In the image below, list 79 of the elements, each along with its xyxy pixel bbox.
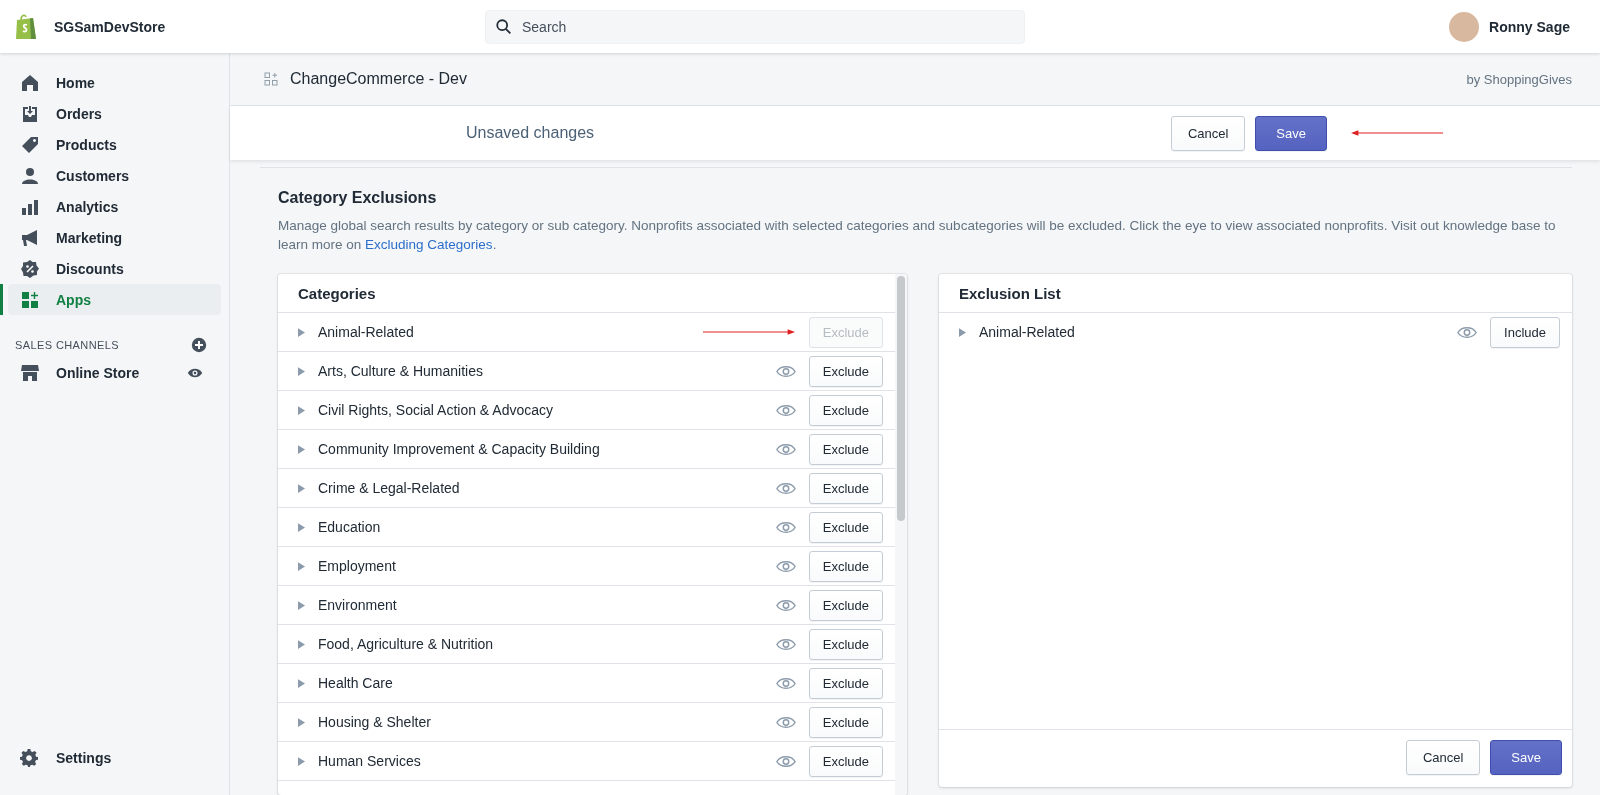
unsaved-message: Unsaved changes <box>466 124 595 142</box>
exclude-button[interactable]: Exclude <box>808 511 883 543</box>
exclude-button[interactable]: Exclude <box>808 628 883 660</box>
nav-item[interactable]: Customers <box>8 160 221 191</box>
megaphone-icon <box>20 227 40 248</box>
tag-icon <box>20 134 40 155</box>
category-name: Arts, Culture & Humanities <box>318 363 483 379</box>
section-title: Category Exclusions <box>278 189 438 207</box>
nav-item[interactable]: Settings <box>56 749 112 766</box>
expand-caret-icon[interactable] <box>298 327 305 337</box>
nav-item[interactable]: Discounts <box>8 253 221 284</box>
store-name[interactable]: SGSamDevStore <box>54 18 166 35</box>
nav-item[interactable]: Products <box>8 129 221 160</box>
expand-caret-icon[interactable] <box>298 405 305 415</box>
category-name: Housing & Shelter <box>318 714 431 730</box>
expand-caret-icon[interactable] <box>298 483 305 493</box>
category-name: Environment <box>318 597 397 613</box>
nav-item[interactable]: Analytics <box>8 191 221 222</box>
excluding-categories-link[interactable]: Excluding Categories <box>365 237 493 252</box>
discount-icon <box>20 258 40 279</box>
expand-caret-icon[interactable] <box>298 444 305 454</box>
app-grid-icon <box>264 72 278 86</box>
inbox-icon <box>20 103 40 124</box>
expand-caret-icon[interactable] <box>298 561 305 571</box>
expand-caret-icon[interactable] <box>298 756 305 766</box>
category-name: Crime & Legal-Related <box>318 480 460 496</box>
avatar[interactable] <box>1449 11 1480 42</box>
category-name: Employment <box>318 558 396 574</box>
add-icon[interactable] <box>191 337 207 353</box>
exclude-button[interactable]: Exclude <box>808 550 883 582</box>
save-button[interactable]: Save <box>1255 115 1327 151</box>
expand-caret-icon[interactable] <box>298 717 305 727</box>
exclude-button[interactable]: Exclude <box>808 472 883 504</box>
nav-item[interactable]: Home <box>8 67 221 98</box>
category-name: Community Improvement & Capacity Building <box>318 441 600 457</box>
exclude-button[interactable]: Exclude <box>808 433 883 465</box>
search-field[interactable]: Search <box>485 9 1025 44</box>
store-icon <box>20 362 40 383</box>
exclude-button[interactable]: Exclude <box>808 745 883 777</box>
save-button[interactable]: Save <box>1490 740 1562 775</box>
exclude-button[interactable]: Exclude <box>808 706 883 738</box>
category-name: Education <box>318 519 381 535</box>
exclude-button[interactable]: Exclude <box>808 355 883 387</box>
user-name[interactable]: Ronny Sage <box>1489 18 1570 35</box>
expand-caret-icon[interactable] <box>959 327 966 337</box>
section-description: Manage global search results by category or sub category. Nonprofits associated with selected categories and subcategories will be excluded. Click the eye to view associated nonprofits. Visit out knowledge base to learn more on Excluding Categories. <box>278 217 1557 254</box>
exclude-button[interactable]: Exclude <box>808 667 883 699</box>
expand-caret-icon[interactable] <box>298 639 305 649</box>
card-title: Exclusion List <box>959 284 1061 302</box>
card-title: Categories <box>298 284 376 302</box>
expand-caret-icon[interactable] <box>298 522 305 532</box>
expand-caret-icon[interactable] <box>298 678 305 688</box>
expand-caret-icon[interactable] <box>298 366 305 376</box>
category-name: Health Care <box>318 675 393 691</box>
section-heading: SALES CHANNELS <box>15 339 120 351</box>
cancel-button[interactable]: Cancel <box>1405 740 1481 775</box>
app-title: ChangeCommerce - Dev <box>290 70 467 88</box>
scrollbar-thumb[interactable] <box>897 276 905 521</box>
category-name: Human Services <box>318 753 421 769</box>
eye-icon[interactable] <box>187 366 203 379</box>
shopping-bag-logo-icon <box>14 12 38 41</box>
expand-caret-icon[interactable] <box>298 600 305 610</box>
home-icon <box>20 72 40 93</box>
category-name: Food, Agriculture & Nutrition <box>318 636 494 652</box>
category-name: Civil Rights, Social Action & Advocacy <box>318 402 553 418</box>
exclude-button[interactable]: Exclude <box>808 589 883 621</box>
category-name: Animal-Related <box>979 324 1075 340</box>
app-byline: by ShoppingGives <box>1466 71 1572 87</box>
settings-icon <box>20 747 40 768</box>
apps-icon <box>20 289 40 310</box>
nav-item[interactable]: Orders <box>8 98 221 129</box>
person-icon <box>20 165 40 186</box>
exclude-button[interactable]: Exclude <box>808 394 883 426</box>
search-icon <box>495 17 513 36</box>
category-name: Animal-Related <box>318 324 414 340</box>
include-button[interactable]: Include <box>1490 316 1560 348</box>
nav-item[interactable]: Marketing <box>8 222 221 253</box>
cancel-button[interactable]: Cancel <box>1170 115 1246 151</box>
nav-item[interactable]: Online Store <box>56 364 140 381</box>
